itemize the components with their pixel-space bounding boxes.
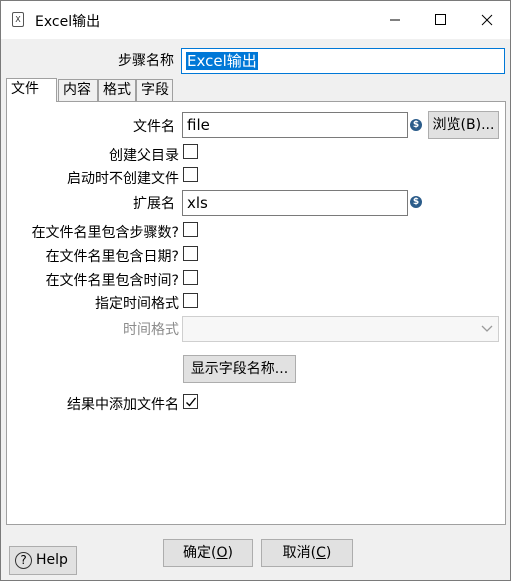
step-name-value: Excel输出: [186, 52, 258, 70]
tab-file[interactable]: 文件: [6, 78, 57, 102]
maximize-button[interactable]: [418, 1, 464, 39]
no-create-on-start-checkbox[interactable]: [183, 167, 198, 182]
cancel-button[interactable]: 取消(C): [261, 539, 353, 567]
checkmark-icon: [186, 397, 197, 407]
excel-file-icon: X: [12, 12, 24, 27]
specify-time-format-checkbox[interactable]: [183, 293, 198, 308]
time-format-label: 时间格式: [123, 322, 179, 338]
create-parent-dir-checkbox[interactable]: [183, 144, 198, 159]
help-button-label: Help: [36, 552, 68, 568]
show-fields-button-label: 显示字段名称...: [190, 361, 289, 377]
tab-content[interactable]: 内容: [58, 79, 98, 101]
specify-time-format-label: 指定时间格式: [95, 296, 179, 312]
cancel-button-label: 取消: [282, 545, 311, 561]
include-date-checkbox[interactable]: [183, 246, 198, 261]
close-icon: [481, 14, 493, 26]
include-stepnr-checkbox[interactable]: [183, 222, 198, 237]
help-button[interactable]: ? Help: [9, 546, 77, 575]
chevron-down-icon: [481, 325, 493, 332]
step-name-label: 步骤名称: [118, 53, 174, 69]
tab-fields[interactable]: 字段: [136, 79, 173, 101]
variable-icon: $: [410, 196, 422, 208]
ok-button[interactable]: 确定(O): [163, 539, 253, 567]
browse-button[interactable]: 浏览(B)...: [428, 111, 499, 139]
close-button[interactable]: [464, 1, 510, 39]
add-to-result-checkbox[interactable]: [183, 394, 198, 409]
window-title: Excel输出: [35, 14, 101, 30]
time-format-select[interactable]: [182, 316, 499, 342]
create-parent-dir-label: 创建父目录: [109, 148, 179, 164]
include-time-label: 在文件名里包含时间?: [45, 273, 179, 289]
show-fields-button[interactable]: 显示字段名称...: [183, 355, 296, 383]
step-name-input[interactable]: Excel输出: [181, 48, 505, 74]
extension-input[interactable]: xls: [182, 190, 408, 216]
no-create-on-start-label: 启动时不创建文件: [67, 171, 179, 187]
filename-label: 文件名: [133, 119, 175, 135]
help-icon: ?: [15, 552, 32, 569]
title-bar[interactable]: X Excel输出: [1, 1, 510, 39]
cancel-accesskey: C: [316, 545, 326, 561]
include-stepnr-label: 在文件名里包含步骤数?: [31, 225, 179, 241]
browse-button-label: 浏览(B)...: [432, 117, 495, 133]
variable-icon: $: [410, 119, 422, 131]
ok-button-label: 确定: [183, 545, 212, 561]
excel-output-dialog: X Excel输出 步骤名称 Excel输出 文件 内容 格式 字段 文件名 f…: [0, 0, 511, 581]
maximize-icon: [435, 14, 446, 25]
extension-label: 扩展名: [133, 196, 175, 212]
include-time-checkbox[interactable]: [183, 270, 198, 285]
tab-format[interactable]: 格式: [98, 79, 136, 101]
minimize-icon: [390, 19, 400, 21]
add-to-result-label: 结果中添加文件名: [67, 397, 179, 413]
include-date-label: 在文件名里包含日期?: [45, 249, 179, 265]
minimize-button[interactable]: [372, 1, 418, 39]
filename-input[interactable]: file: [182, 112, 408, 138]
ok-accesskey: O: [216, 545, 228, 561]
